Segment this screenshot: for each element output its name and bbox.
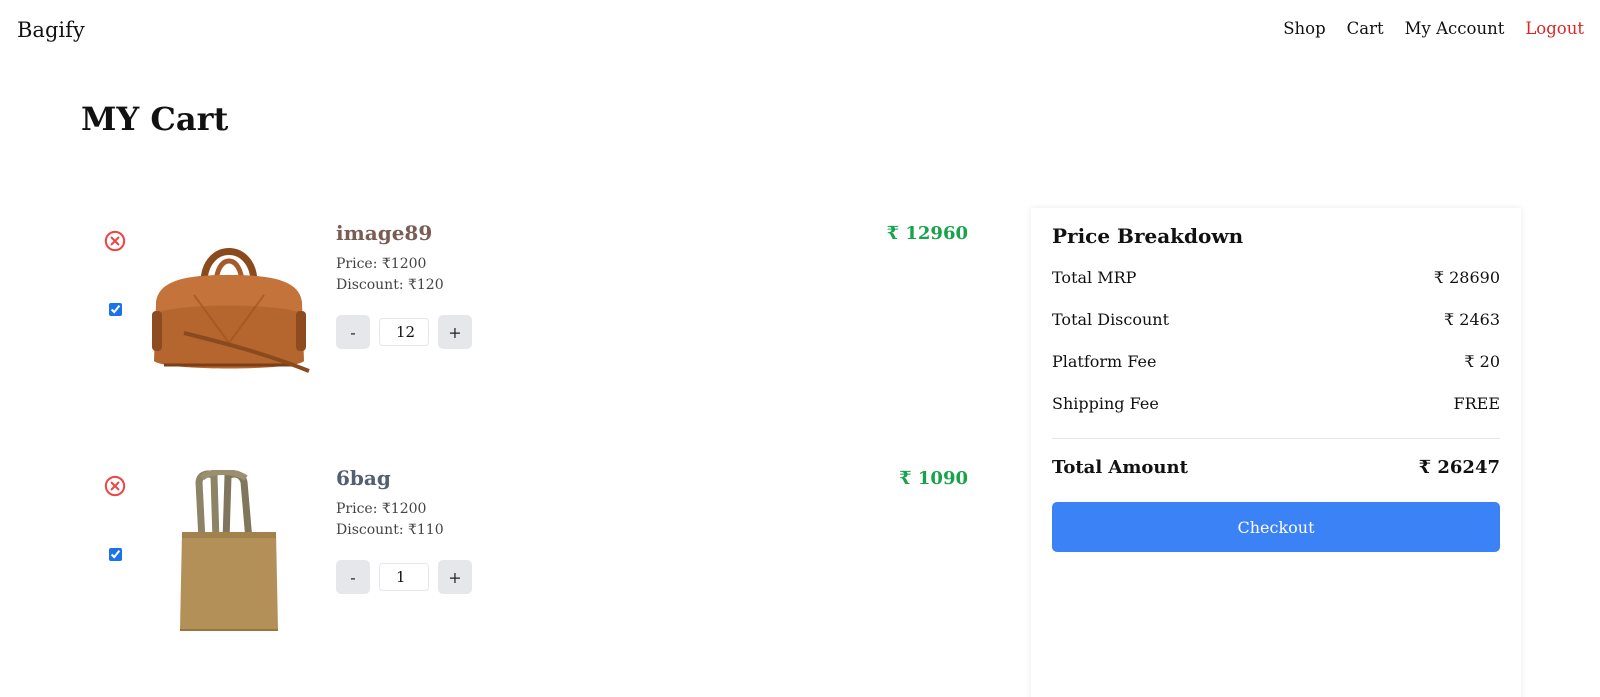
summary-row-platform-fee: Platform Fee ₹ 20 <box>1052 350 1500 392</box>
increase-quantity-button[interactable]: + <box>438 315 472 349</box>
summary-value: FREE <box>1453 394 1500 413</box>
quantity-stepper: - + <box>336 560 472 594</box>
total-amount-label: Total Amount <box>1052 457 1188 478</box>
item-name[interactable]: image89 <box>336 221 472 245</box>
price-breakdown-panel: Price Breakdown Total MRP ₹ 28690 Total … <box>1031 208 1521 697</box>
tote-bag-image <box>180 470 278 631</box>
quantity-stepper: - + <box>336 315 472 349</box>
summary-value: ₹ 28690 <box>1433 268 1500 287</box>
duffel-bag-image <box>152 248 310 373</box>
brand-logo[interactable]: Bagify <box>17 18 85 42</box>
quantity-input[interactable] <box>379 318 429 346</box>
item-price: Price: ₹1200 <box>336 501 427 517</box>
nav-cart[interactable]: Cart <box>1347 19 1384 38</box>
total-amount-value: ₹ 26247 <box>1418 457 1500 478</box>
item-info: 6bag Price: ₹1200 Discount: ₹110 - + <box>336 466 472 594</box>
item-discount: Discount: ₹110 <box>336 522 444 538</box>
cart-item: 6bag Price: ₹1200 Discount: ₹110 - + ₹ 1… <box>80 450 980 695</box>
item-total-price: ₹ 1090 <box>899 468 968 489</box>
cart-item: image89 Price: ₹1200 Discount: ₹120 - + … <box>80 205 980 450</box>
nav-shop[interactable]: Shop <box>1283 19 1325 38</box>
navbar: Bagify Shop Cart My Account Logout <box>0 0 1600 62</box>
item-discount: Discount: ₹120 <box>336 277 444 293</box>
cart-items-list: image89 Price: ₹1200 Discount: ₹120 - + … <box>80 205 980 695</box>
nav-my-account[interactable]: My Account <box>1405 19 1505 38</box>
page-title: MY Cart <box>81 100 229 138</box>
summary-label: Total MRP <box>1052 268 1137 287</box>
decrease-quantity-button[interactable]: - <box>336 560 370 594</box>
item-name[interactable]: 6bag <box>336 466 472 490</box>
summary-label: Platform Fee <box>1052 352 1157 371</box>
nav-logout[interactable]: Logout <box>1525 19 1584 38</box>
summary-row-shipping-fee: Shipping Fee FREE <box>1052 392 1500 434</box>
item-price: Price: ₹1200 <box>336 256 427 272</box>
remove-item-icon[interactable] <box>104 475 126 497</box>
checkout-button[interactable]: Checkout <box>1052 502 1500 552</box>
summary-divider <box>1052 438 1500 439</box>
item-select-checkbox[interactable] <box>109 303 122 316</box>
quantity-input[interactable] <box>379 563 429 591</box>
summary-value: ₹ 20 <box>1464 352 1500 371</box>
increase-quantity-button[interactable]: + <box>438 560 472 594</box>
price-breakdown-title: Price Breakdown <box>1052 224 1244 248</box>
item-info: image89 Price: ₹1200 Discount: ₹120 - + <box>336 221 472 349</box>
total-amount-row: Total Amount ₹ 26247 <box>1052 457 1500 478</box>
summary-row-total-discount: Total Discount ₹ 2463 <box>1052 308 1500 350</box>
summary-label: Total Discount <box>1052 310 1170 329</box>
summary-row-total-mrp: Total MRP ₹ 28690 <box>1052 266 1500 308</box>
decrease-quantity-button[interactable]: - <box>336 315 370 349</box>
summary-label: Shipping Fee <box>1052 394 1159 413</box>
summary-value: ₹ 2463 <box>1444 310 1500 329</box>
item-total-price: ₹ 12960 <box>886 223 968 244</box>
nav-links: Shop Cart My Account Logout <box>1283 19 1584 38</box>
remove-item-icon[interactable] <box>104 230 126 252</box>
item-select-checkbox[interactable] <box>109 548 122 561</box>
